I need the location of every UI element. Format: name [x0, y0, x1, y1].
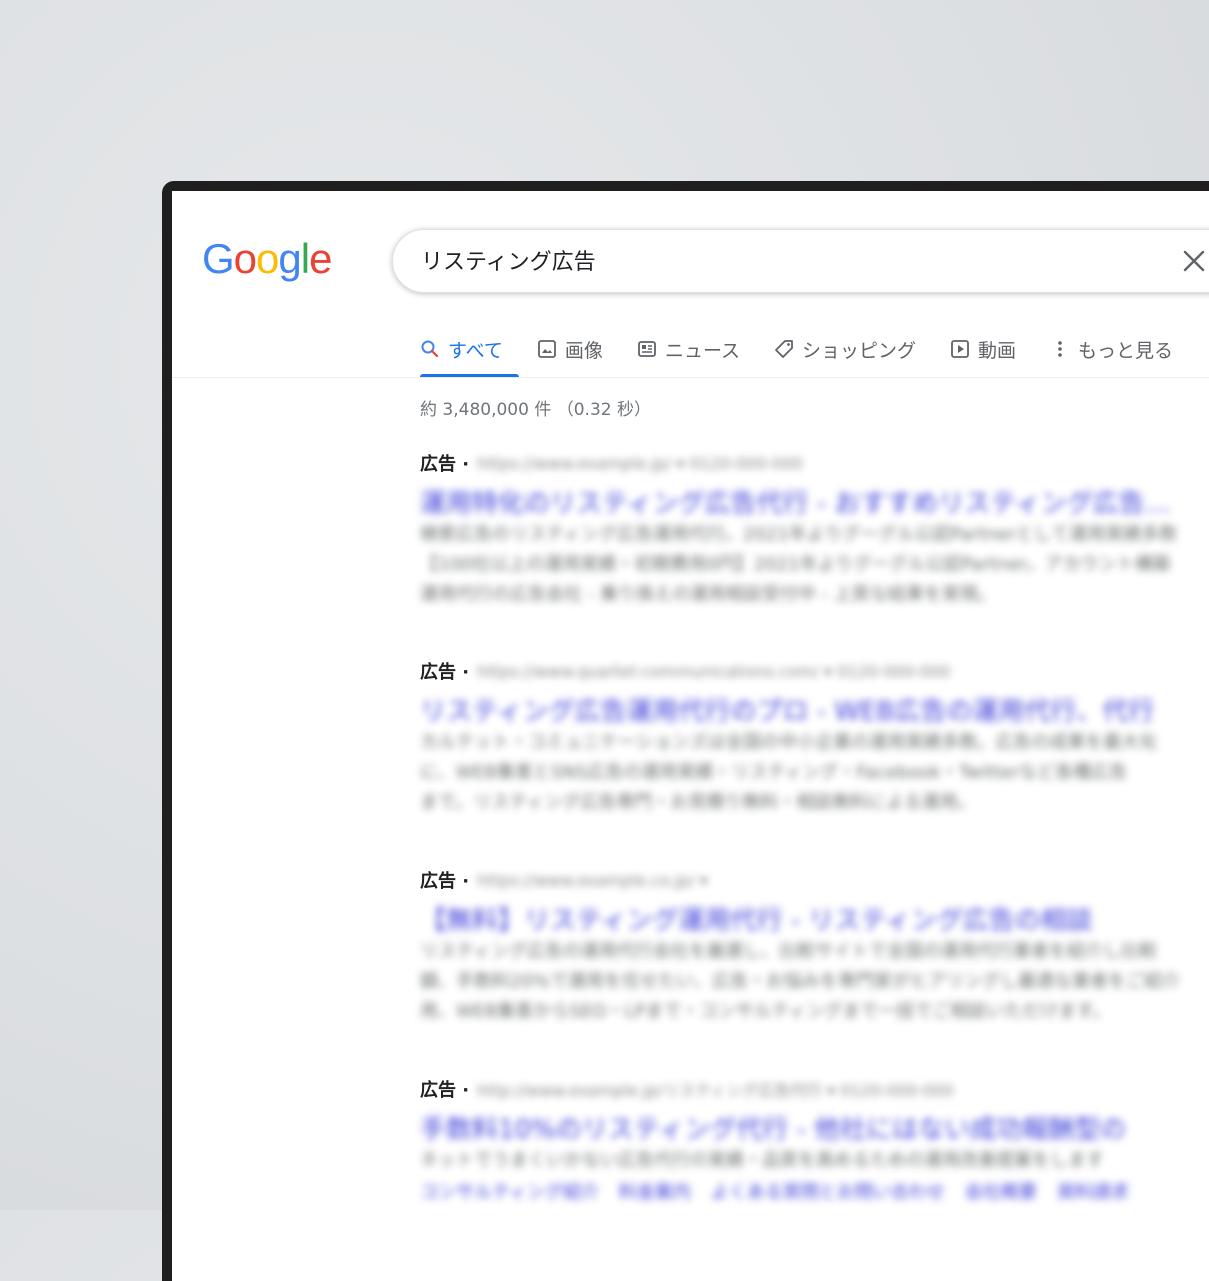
search-input[interactable]: リスティング広告	[421, 244, 596, 276]
logo-letter: o	[256, 235, 279, 282]
result-snippet-line: に、WEB集客とSNS広告の運用実績・リスティング・Facebook・Twitt…	[420, 762, 1128, 783]
news-icon	[637, 339, 657, 359]
clear-search-button[interactable]	[1177, 244, 1209, 278]
browser-screen: Google リスティング広告 すべて 画像 ニュース ショッピング 動画 もっ…	[172, 191, 1209, 1281]
result-url[interactable]: https://www.quartet-communications.com/ …	[477, 662, 950, 681]
search-icon	[420, 339, 440, 359]
tag-icon	[774, 339, 794, 359]
ad-result: 広告 · http://www.example.jp/リスティング広告代行 ▾ …	[420, 1075, 1209, 1204]
result-snippet-line: 用、WEB集客からSEO・LPまで・コンサルティングまで一括でご相談いただけます…	[420, 1001, 1111, 1022]
result-url[interactable]: http://www.example.jp/リスティング広告代行 ▾ 0120-…	[477, 1077, 953, 1101]
tab-videos[interactable]: 動画	[950, 321, 1032, 377]
logo-letter: o	[233, 235, 257, 282]
google-logo[interactable]: Google	[202, 235, 332, 283]
result-snippet-line: 額、手数料20%で運用を任せたい、広告・お悩みを専門家がヒアリングし最適な業者を…	[420, 971, 1181, 992]
logo-letter: g	[278, 235, 301, 282]
result-url[interactable]: https://www.example.co.jp/ ▾	[477, 871, 708, 890]
tab-images[interactable]: 画像	[537, 321, 619, 377]
result-snippet-line: ネットでうまくいかない広告代行の実績・品質を高めるための運用改善提案をします	[420, 1150, 1104, 1171]
tabs-divider	[172, 377, 1209, 378]
tab-all[interactable]: すべて	[420, 321, 519, 377]
search-tabs: すべて 画像 ニュース ショッピング 動画 もっと見る	[420, 321, 1207, 377]
logo-letter: l	[300, 235, 310, 282]
result-snippet-line: 運用代行の広告会社 - 乗り換えの運用相談受付中 - 上質な結果を実現。	[420, 584, 996, 605]
close-icon	[1183, 250, 1205, 272]
logo-letter: e	[309, 235, 332, 282]
ad-label: 広告 ·	[420, 454, 470, 475]
result-title-link[interactable]: 手数料10%のリスティング代行 - 他社にはない成功報酬型の	[420, 1109, 1209, 1146]
sitelinks: コンサルティング紹介 料金案内 よくある質問とお問い合わせ 会社概要 資料請求	[420, 1178, 1209, 1204]
result-snippet-line: リスティング広告の運用代行会社を厳選し、比較サイトで全国の運用代行業者を紹介し比…	[420, 941, 1157, 962]
result-title-link[interactable]: 運用特化のリスティング広告代行 - おすすめリスティング広告…	[420, 483, 1209, 520]
tab-label: ニュース	[664, 339, 740, 362]
ad-result: 広告 · https://www.example.jp/ ▾ 0120-000-…	[420, 449, 1209, 610]
result-title-link[interactable]: リスティング広告運用代行のプロ - WEB広告の運用代行、代行	[420, 691, 1209, 728]
result-title-link[interactable]: 【無料】リスティング運用代行 - リスティング広告の相談	[420, 900, 1209, 937]
tab-more[interactable]: もっと見る	[1050, 321, 1189, 377]
result-snippet-line: まで。リスティング広告専門・お見積り無料・相談無料による運用。	[420, 792, 976, 813]
ad-label: 広告 ·	[420, 871, 470, 892]
tab-label: もっと見る	[1078, 339, 1174, 362]
play-icon	[950, 339, 970, 359]
monitor-frame: Google リスティング広告 すべて 画像 ニュース ショッピング 動画 もっ…	[162, 181, 1209, 1281]
result-url[interactable]: https://www.example.jp/ ▾ 0120-000-000	[477, 454, 803, 473]
tab-shopping[interactable]: ショッピング	[774, 321, 932, 377]
ad-result: 広告 · https://www.example.co.jp/ ▾ 【無料】リス…	[420, 866, 1209, 1027]
result-snippet-line: カルテット・コミュニケーションズは全国の中小企業の運用実績多数。広告の成果を最大…	[420, 732, 1158, 753]
sitelink[interactable]: よくある質問とお問い合わせ	[711, 1178, 945, 1204]
ad-label: 広告 ·	[420, 662, 470, 683]
logo-letter: G	[202, 235, 235, 282]
ad-label: 広告 ·	[420, 1080, 470, 1101]
ad-result: 広告 · https://www.quartet-communications.…	[420, 657, 1209, 818]
tab-news[interactable]: ニュース	[637, 321, 756, 377]
tab-label: 画像	[564, 339, 603, 362]
tab-label: 動画	[978, 339, 1017, 362]
sitelink[interactable]: コンサルティング紹介	[420, 1178, 599, 1204]
sitelink[interactable]: 資料請求	[1057, 1178, 1129, 1204]
sitelink[interactable]: 会社概要	[965, 1178, 1037, 1204]
result-snippet-line: 検索広告のリスティング広告運用代行。2021年よりグーグル公認Partnerとし…	[420, 524, 1178, 545]
more-vert-icon	[1050, 339, 1070, 359]
tab-label: ショッピング	[802, 339, 917, 362]
search-box[interactable]: リスティング広告	[392, 229, 1209, 293]
sitelink[interactable]: 料金案内	[619, 1178, 691, 1204]
result-snippet-line: 【100社以上の運用実績・初期費用0円】2021年よりグーグル公認Partner…	[420, 554, 1171, 575]
image-icon	[537, 339, 557, 359]
result-stats: 約 3,480,000 件 （0.32 秒）	[420, 400, 651, 420]
tab-label: すべて	[448, 339, 503, 362]
